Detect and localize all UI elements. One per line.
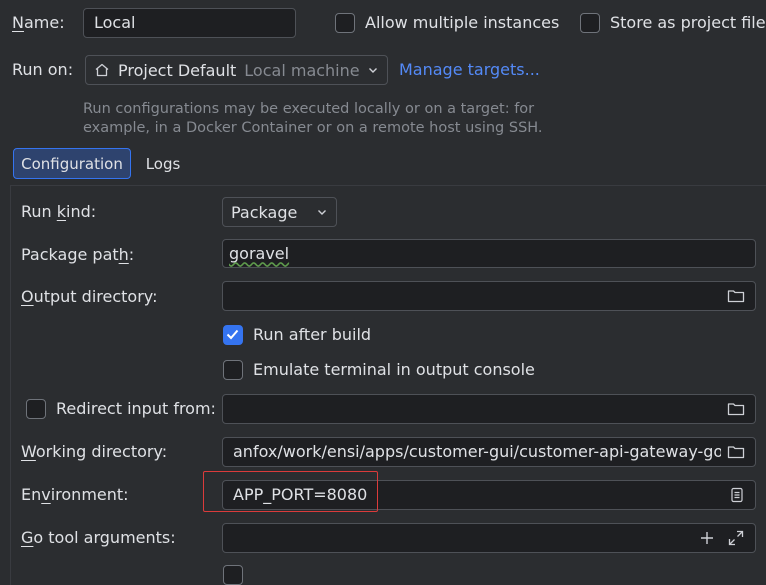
- environment-input[interactable]: APP_PORT=8080: [222, 480, 756, 510]
- output-directory-label: Output directory:: [21, 287, 158, 306]
- working-directory-input[interactable]: anfox/work/ensi/apps/customer-gui/custom…: [222, 437, 756, 467]
- manage-targets-link[interactable]: Manage targets...: [399, 60, 540, 79]
- name-label-mnemonic: N: [12, 13, 24, 32]
- run-after-build-label: Run after build: [253, 325, 372, 344]
- allow-multiple-label: Allow multiple instances: [365, 13, 560, 32]
- redirect-input-label: Redirect input from:: [56, 399, 216, 418]
- partial-checkbox[interactable]: [223, 565, 243, 585]
- package-path-input[interactable]: goravel: [222, 239, 756, 268]
- emulate-terminal-label: Emulate terminal in output console: [253, 360, 535, 379]
- go-tool-arguments-input[interactable]: [222, 523, 756, 553]
- output-directory-input[interactable]: [222, 281, 756, 311]
- allow-multiple-checkbox[interactable]: [335, 13, 355, 33]
- target-name: Project Default: [118, 60, 237, 80]
- run-on-dropdown[interactable]: Project Default Local machine: [85, 55, 388, 85]
- go-tool-arguments-label: Go tool arguments:: [21, 528, 176, 547]
- tab-configuration-label: Configuration: [21, 154, 123, 173]
- run-kind-label: Run kind:: [21, 202, 97, 221]
- name-label: Name:: [12, 13, 65, 32]
- expand-icon[interactable]: [727, 529, 745, 547]
- checkmark-icon: [224, 326, 242, 343]
- folder-icon[interactable]: [727, 444, 745, 460]
- package-path-label: Package path:: [21, 245, 135, 264]
- name-input-value: Local: [94, 13, 136, 32]
- environment-value: APP_PORT=8080: [233, 485, 368, 504]
- chevron-down-icon: [316, 206, 328, 218]
- folder-icon[interactable]: [727, 401, 745, 417]
- plus-icon[interactable]: [699, 530, 715, 546]
- folder-icon[interactable]: [727, 288, 745, 304]
- run-after-build-checkbox[interactable]: [223, 325, 243, 345]
- working-directory-value: anfox/work/ensi/apps/customer-gui/custom…: [233, 442, 721, 461]
- tab-logs-label: Logs: [145, 154, 181, 173]
- emulate-terminal-checkbox[interactable]: [223, 360, 243, 380]
- package-path-value: goravel: [229, 243, 290, 263]
- store-as-project-checkbox[interactable]: [580, 13, 600, 33]
- environment-label: Environment:: [21, 485, 129, 504]
- run-on-hint-line2: example, in a Docker Container or on a r…: [83, 120, 543, 136]
- store-as-project-label: Store as project file: [610, 13, 766, 32]
- redirect-input-field[interactable]: [222, 394, 756, 424]
- tab-configuration[interactable]: Configuration: [13, 148, 131, 179]
- document-icon[interactable]: [729, 487, 745, 503]
- run-on-hint-line1: Run configurations may be executed local…: [83, 101, 535, 117]
- target-type: Local machine: [244, 60, 360, 80]
- tab-logs[interactable]: Logs: [138, 148, 188, 179]
- run-kind-value: Package: [231, 202, 298, 222]
- run-kind-dropdown[interactable]: Package: [222, 197, 337, 227]
- redirect-input-checkbox[interactable]: [26, 399, 46, 419]
- home-icon: [94, 62, 110, 78]
- name-input[interactable]: Local: [83, 8, 296, 38]
- chevron-down-icon: [367, 64, 379, 76]
- run-on-label: Run on:: [12, 60, 74, 79]
- working-directory-label: Working directory:: [21, 442, 168, 461]
